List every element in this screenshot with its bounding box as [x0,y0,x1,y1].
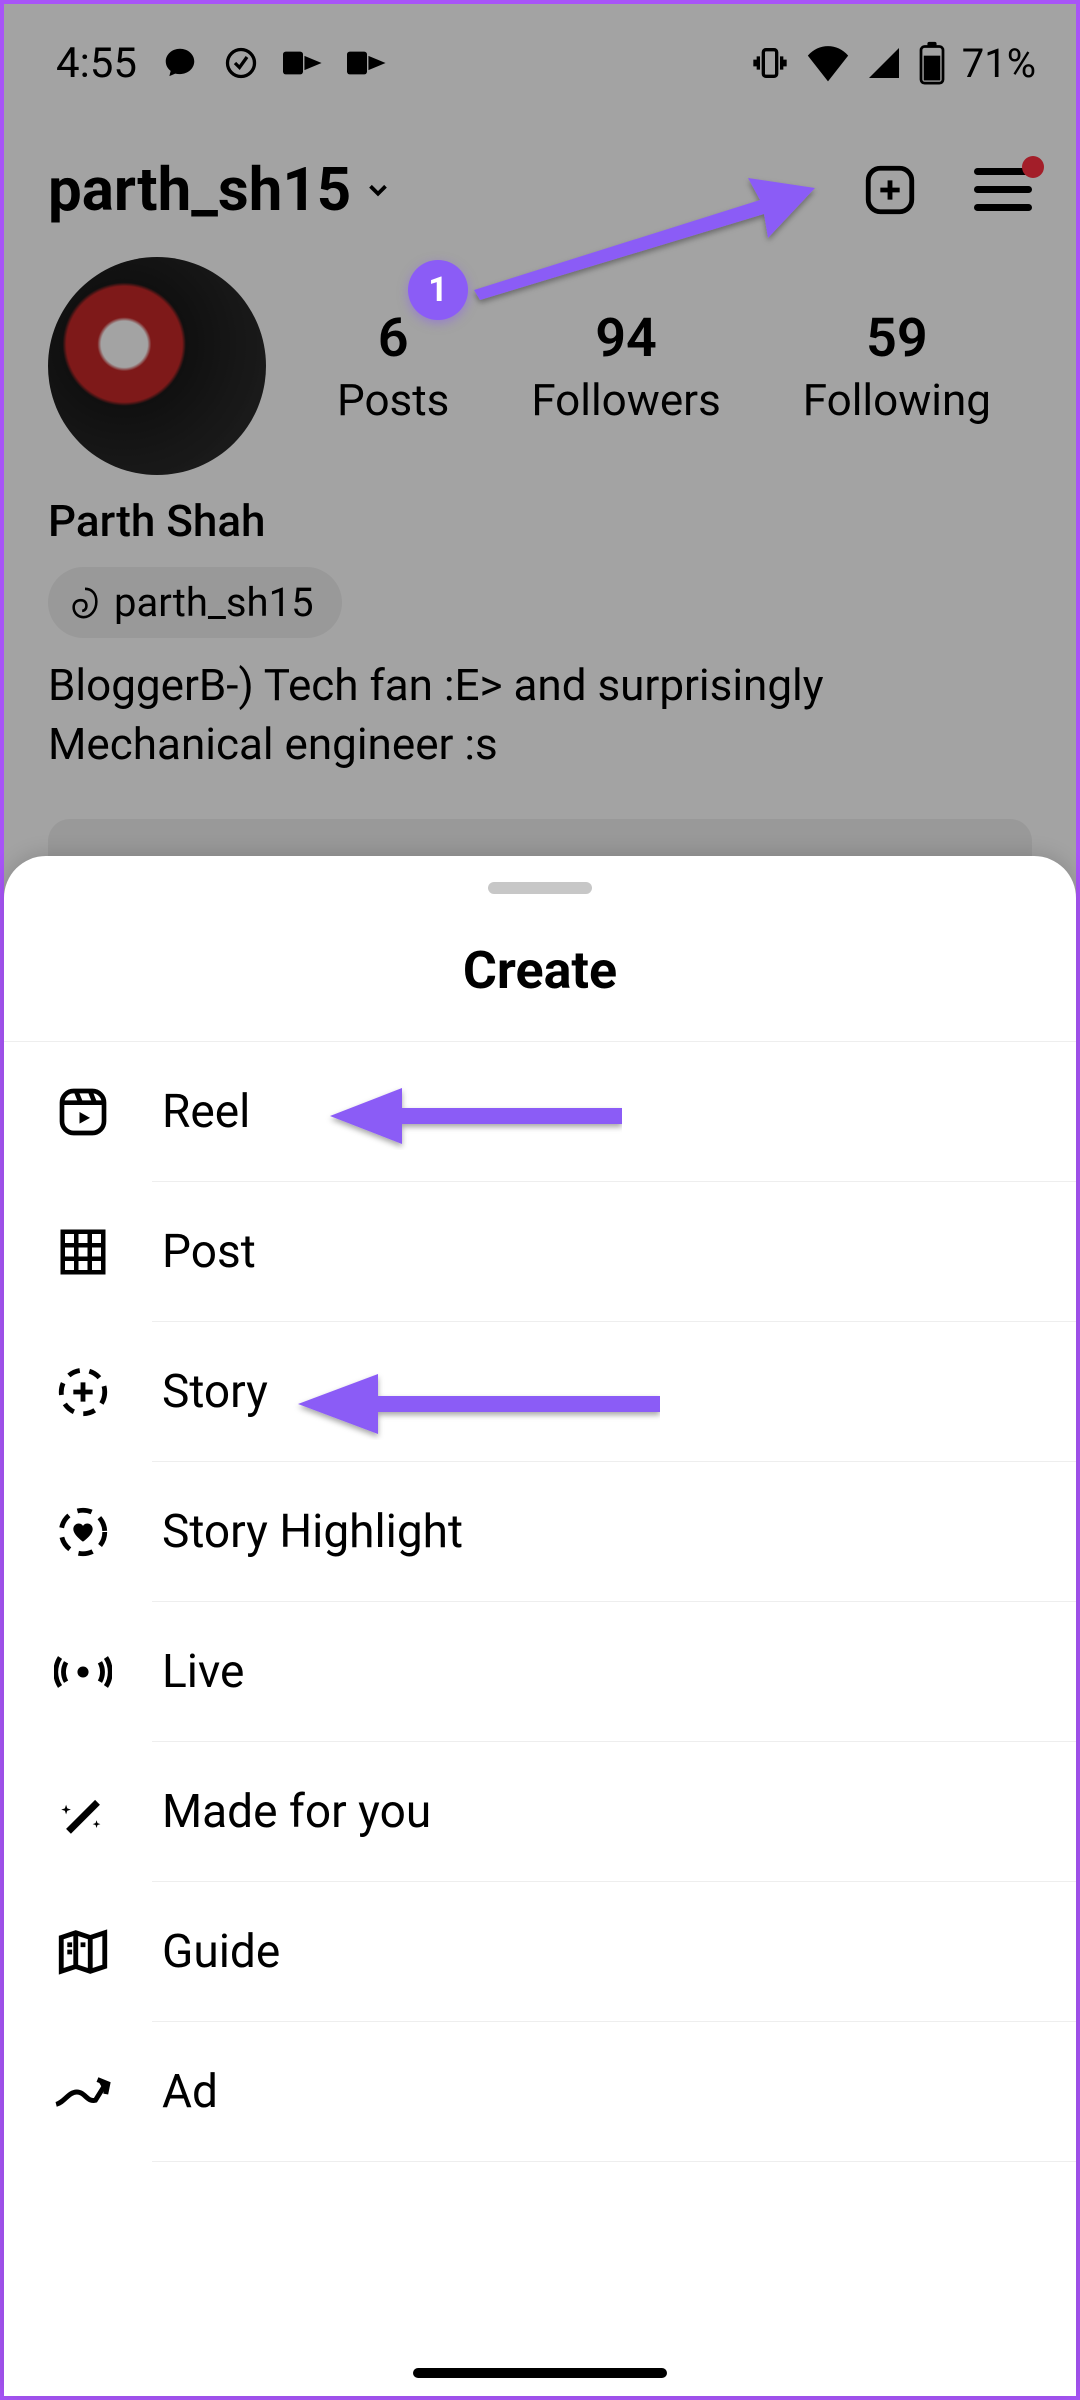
live-broadcast-icon [52,1641,114,1703]
create-option-label: Made for you [162,1785,431,1839]
magic-wand-icon [52,1781,114,1843]
create-option-guide[interactable]: Guide [4,1882,1076,2022]
create-bottom-sheet: Create Reel Post Story [4,856,1076,2396]
create-option-label: Guide [162,1925,280,1979]
create-option-label: Post [162,1225,256,1279]
annotation-badge-1: 1 [408,260,468,320]
create-option-reel[interactable]: Reel [4,1042,1076,1182]
create-option-label: Story Highlight [162,1505,463,1559]
sheet-drag-handle[interactable] [488,882,592,894]
grid-icon [52,1221,114,1283]
create-option-made-for-you[interactable]: Made for you [4,1742,1076,1882]
trend-arrow-icon [52,2061,114,2123]
create-option-story[interactable]: Story [4,1322,1076,1462]
reel-icon [52,1081,114,1143]
create-option-story-highlight[interactable]: Story Highlight [4,1462,1076,1602]
sheet-title: Create [4,940,1076,1042]
home-indicator [413,2368,667,2378]
create-options-list: Reel Post Story S [4,1042,1076,2282]
create-option-ad[interactable]: Ad [4,2022,1076,2162]
guide-map-icon [52,1921,114,1983]
highlight-heart-icon [52,1501,114,1563]
create-option-label: Reel [162,1085,250,1139]
create-option-label: Story [162,1365,268,1419]
create-option-label: Ad [162,2065,218,2119]
story-plus-icon [52,1361,114,1423]
create-option-post[interactable]: Post [4,1182,1076,1322]
create-option-live[interactable]: Live [4,1602,1076,1742]
create-option-label: Live [162,1645,244,1699]
